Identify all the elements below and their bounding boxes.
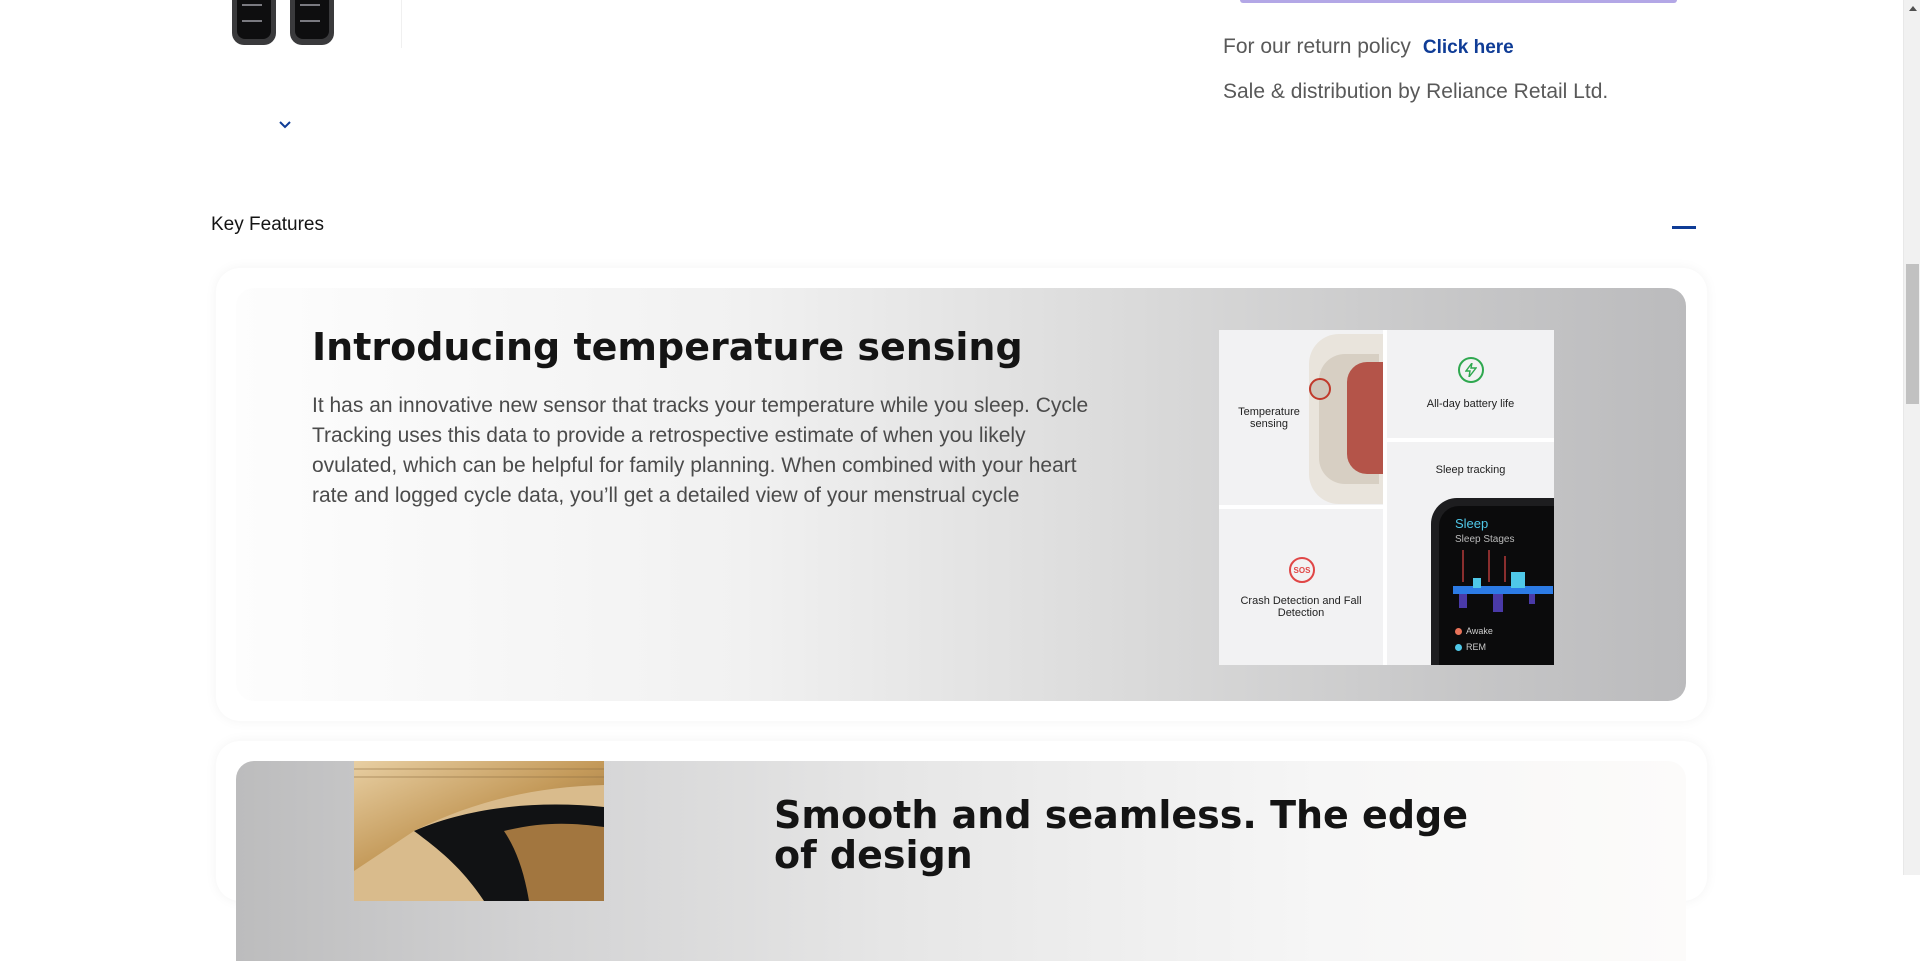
scroll-up-arrow-icon[interactable]: [1904, 0, 1920, 17]
scrollbar-thumb[interactable]: [1906, 264, 1919, 404]
watch-thumbnail-image[interactable]: [290, 0, 334, 45]
feature-card: Smooth and seamless. The edge of design: [216, 741, 1707, 961]
sleep-stages-chart: [1453, 550, 1553, 612]
key-features-title: Key Features: [211, 214, 324, 235]
watch-thumbnail-image[interactable]: [232, 0, 276, 45]
divider: [401, 0, 402, 48]
return-policy-link[interactable]: Click here: [1423, 37, 1514, 59]
feature-heading: Smooth and seamless. The edge of design: [774, 793, 1469, 877]
legend-awake: Awake: [1455, 626, 1493, 636]
page-scrollbar[interactable]: [1903, 0, 1920, 875]
sos-icon: SOS: [1289, 557, 1315, 583]
collage-tile-crash: SOS Crash Detection and Fall Detection: [1219, 509, 1383, 665]
screen-title: Sleep: [1455, 516, 1489, 531]
thumbnail-gallery: [226, 0, 402, 48]
collage-tile-temperature: Temperature sensing: [1219, 330, 1383, 505]
return-policy-text: For our return policy: [1223, 35, 1411, 58]
chevron-down-icon[interactable]: [276, 116, 294, 134]
collage-tile-sleep: Sleep tracking Sleep Sleep Stages Awake …: [1387, 442, 1554, 665]
sale-distribution-text: Sale & distribution by Reliance Retail L…: [1223, 80, 1609, 103]
minus-icon[interactable]: [1672, 226, 1696, 229]
feature-card: Introducing temperature sensing It has a…: [216, 268, 1707, 721]
battery-label: All-day battery life: [1426, 398, 1515, 410]
sleep-label: Sleep tracking: [1435, 464, 1506, 476]
feature-description: It has an innovative new sensor that tra…: [312, 394, 1089, 507]
watch-band-image: [354, 761, 604, 901]
thumbnail-item[interactable]: [232, 0, 364, 45]
screen-subtitle: Sleep Stages: [1455, 534, 1515, 545]
collage-tile-battery: All-day battery life: [1387, 330, 1554, 438]
add-to-cart-button-edge[interactable]: [1240, 0, 1677, 3]
feature-banner: Introducing temperature sensing It has a…: [236, 288, 1686, 701]
lightning-bolt-icon: [1458, 357, 1484, 383]
return-policy-row: For our return policy Click here: [1223, 35, 1514, 59]
legend-rem: REM: [1455, 642, 1486, 652]
temperature-label: Temperature sensing: [1238, 406, 1300, 430]
feature-banner: Smooth and seamless. The edge of design: [236, 761, 1686, 961]
sleep-watch-image: Sleep Sleep Stages Awake REM: [1431, 498, 1554, 665]
watch-side-image: [1309, 334, 1383, 504]
feature-collage-image: Temperature sensing All-day battery life…: [1219, 330, 1554, 665]
crash-detection-label: Crash Detection and Fall Detection: [1240, 595, 1362, 619]
feature-heading: Introducing temperature sensing: [312, 325, 1023, 369]
